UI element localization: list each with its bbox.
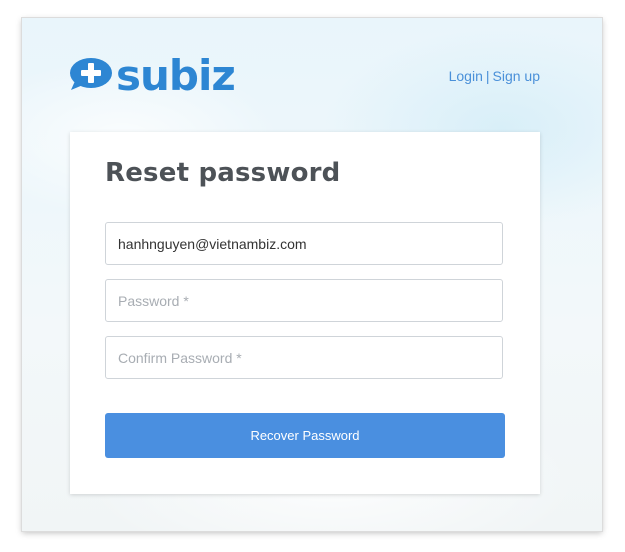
page-frame: subiz Login|Sign up Reset password Recov… [22,18,602,531]
brand-logo[interactable]: subiz [69,51,236,100]
signup-link[interactable]: Sign up [493,68,540,84]
auth-links: Login | Sign up [449,68,540,84]
password-field[interactable] [105,279,503,322]
email-field[interactable] [105,222,503,265]
login-link[interactable]: Login [449,68,483,84]
page-title: Reset password [105,158,341,188]
reset-password-card: Reset password Recover Password [70,132,540,494]
chat-bubble-plus-icon [69,57,113,96]
brand-name: subiz [116,51,236,100]
recover-password-button[interactable]: Recover Password [105,413,505,458]
link-separator: | [485,68,490,84]
confirm-password-field[interactable] [105,336,503,379]
